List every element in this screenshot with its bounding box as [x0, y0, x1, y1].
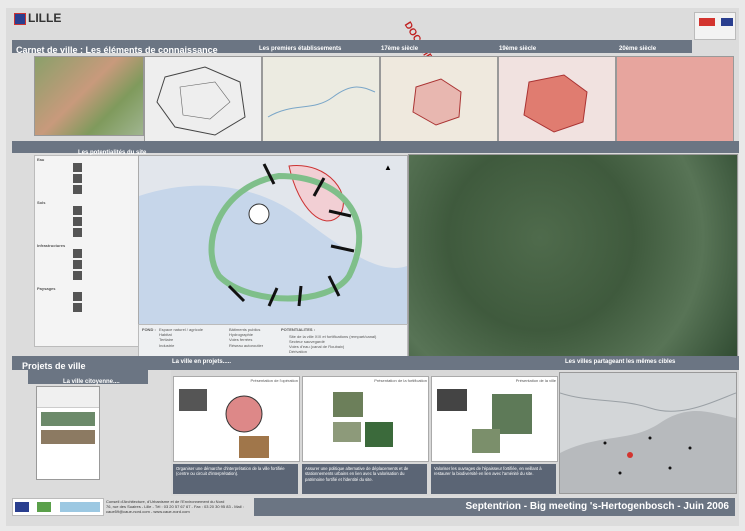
slide-2-graphics [333, 392, 393, 447]
sidebar-entry [73, 292, 145, 301]
sidebar-entry [73, 163, 145, 172]
thumbnail-icon [73, 249, 82, 258]
plan-drawing [156, 66, 246, 136]
projets-right-title: Les villes partageant les mêmes cibles [565, 359, 676, 365]
projets-subtitle: La ville citoyenne.... [63, 379, 120, 385]
legend-fond-item: Industrie [159, 342, 175, 348]
slide-3-graphics [437, 389, 532, 453]
sidebar-entry [73, 303, 145, 312]
thumbnail-icon [73, 228, 82, 237]
legend-fond-list-2: Bâtiments publics Hydrographie Voies fer… [229, 327, 279, 348]
fortification-17th [412, 78, 462, 126]
poster: LILLE DOCUMENT PROVISOIRE Carnet de vill… [6, 8, 739, 526]
potentials-map: ▲ [138, 155, 408, 325]
footer-address: 76, rue des Suaires - Lille - Tél : 03 2… [106, 504, 244, 515]
sidebar-group-infra: Infrastructures [37, 243, 66, 248]
thumbnail-icon [73, 217, 82, 226]
sidebar-entry [73, 217, 145, 226]
period-label-4: 20ème siècle [619, 46, 657, 52]
north-arrow-icon: ▲ [384, 163, 392, 172]
sidebar-group-sols: Sols [37, 200, 46, 205]
slide-1-graphics [179, 389, 269, 458]
legend-fond-item: Réseau autoroutier [229, 342, 264, 348]
sidebar-entry [73, 206, 145, 215]
project-slide-3: Présentation de la ville [431, 376, 558, 462]
projets-center-title: La ville en projets..... [172, 359, 232, 365]
eu-flag-icon [15, 502, 29, 512]
slide-header: Présentation de l'opération [250, 378, 298, 383]
river-drawing [267, 86, 376, 118]
legend-pot-list: Site de la ville XIX et fortifications (… [289, 334, 404, 354]
project-caption-1: Organiser une démarche d'interprétation … [173, 464, 298, 494]
potentialites-sidebar: Eau Sols Infrastructures Paysages [34, 155, 146, 347]
interreg-logo-icon [59, 502, 100, 512]
project-slide-2: Présentation de la fortification [302, 376, 429, 462]
sidebar-group-eau: Eau [37, 157, 45, 162]
legend-pot-title: POTENTIALITES : [281, 327, 315, 332]
flag-icon [699, 18, 715, 26]
flag-icon-blue [721, 18, 734, 26]
slide-header: Présentation de la ville [515, 378, 556, 383]
document-header [37, 387, 99, 408]
period-label-3: 19ème siècle [499, 46, 537, 52]
sidebar-entry [73, 260, 145, 269]
period-label-1: Les premiers établissements [259, 46, 342, 52]
footer-bar: Septentrion - Big meeting 's-Hertogenbos… [254, 498, 735, 516]
thumbnail-icon [73, 163, 82, 172]
legend-fond-title: FOND : [142, 327, 156, 332]
projects-panel: Présentation de l'opération Présentation… [171, 370, 559, 496]
project-slide-1: Présentation de l'opération [173, 376, 300, 462]
first-settlements-map [262, 56, 380, 144]
slide-header: Présentation de la fortification [374, 378, 427, 383]
partner-logo-icon [37, 502, 52, 512]
sidebar-entry [73, 185, 145, 194]
city-title: LILLE [28, 11, 62, 25]
map-17th-century [380, 56, 498, 144]
thumbnail-icon [73, 260, 82, 269]
citizen-document [36, 386, 100, 480]
lille-marker-icon [627, 452, 633, 458]
legend-fond-list: Espace naturel / agricole Habitat Tertia… [159, 327, 229, 348]
thumbnail-icon [73, 271, 82, 280]
project-caption-3: Valoriser les ouvrages de l'épaisseur fo… [431, 464, 556, 494]
potentialites-bar: Les potentialités du site [12, 141, 739, 156]
projets-subtitle-bar: La ville citoyenne.... [28, 370, 148, 385]
sidebar-entry [73, 271, 145, 280]
projets-bar: Projets de ville La ville en projets....… [12, 356, 739, 371]
map-19th-century [498, 56, 616, 144]
thumbnail-icon [73, 303, 82, 312]
septentrion-logo [694, 12, 736, 40]
document-photo [41, 412, 95, 426]
lille-logo-icon [14, 13, 26, 25]
footer-org: Conseil d'Architecture, d'Urbanisme et d… [106, 499, 256, 515]
sidebar-group-paysages: Paysages [37, 286, 56, 291]
thumbnail-icon [73, 292, 82, 301]
potentials-map-drawing: ▲ [139, 163, 407, 324]
sidebar-entry [73, 249, 145, 258]
thumbnail-icon [73, 185, 82, 194]
fortification-19th [523, 74, 588, 133]
thumbnail-icon [73, 174, 82, 183]
legend-pot-item: Dérivation [289, 349, 308, 354]
aerial-photo [34, 56, 144, 136]
sidebar-entry [73, 228, 145, 237]
map-20th-century [616, 56, 734, 144]
sidebar-entry [73, 174, 145, 183]
shared-cities-map [559, 372, 737, 494]
partner-logos [12, 498, 104, 516]
thumbnail-icon [73, 206, 82, 215]
period-label-2: 17ème siècle [381, 46, 419, 52]
project-caption-2: Assurer une politique alternative de dép… [302, 464, 427, 494]
satellite-image [408, 154, 738, 363]
lille-logo [14, 13, 26, 25]
footer-title: Septentrion - Big meeting 's-Hertogenbos… [465, 501, 729, 512]
carnet-bar: Carnet de ville : Les éléments de connai… [12, 40, 692, 55]
historic-plan [144, 56, 262, 144]
shared-cities-drawing [560, 392, 736, 493]
document-photo [41, 430, 95, 444]
carnet-title: Carnet de ville : Les éléments de connai… [16, 45, 218, 55]
